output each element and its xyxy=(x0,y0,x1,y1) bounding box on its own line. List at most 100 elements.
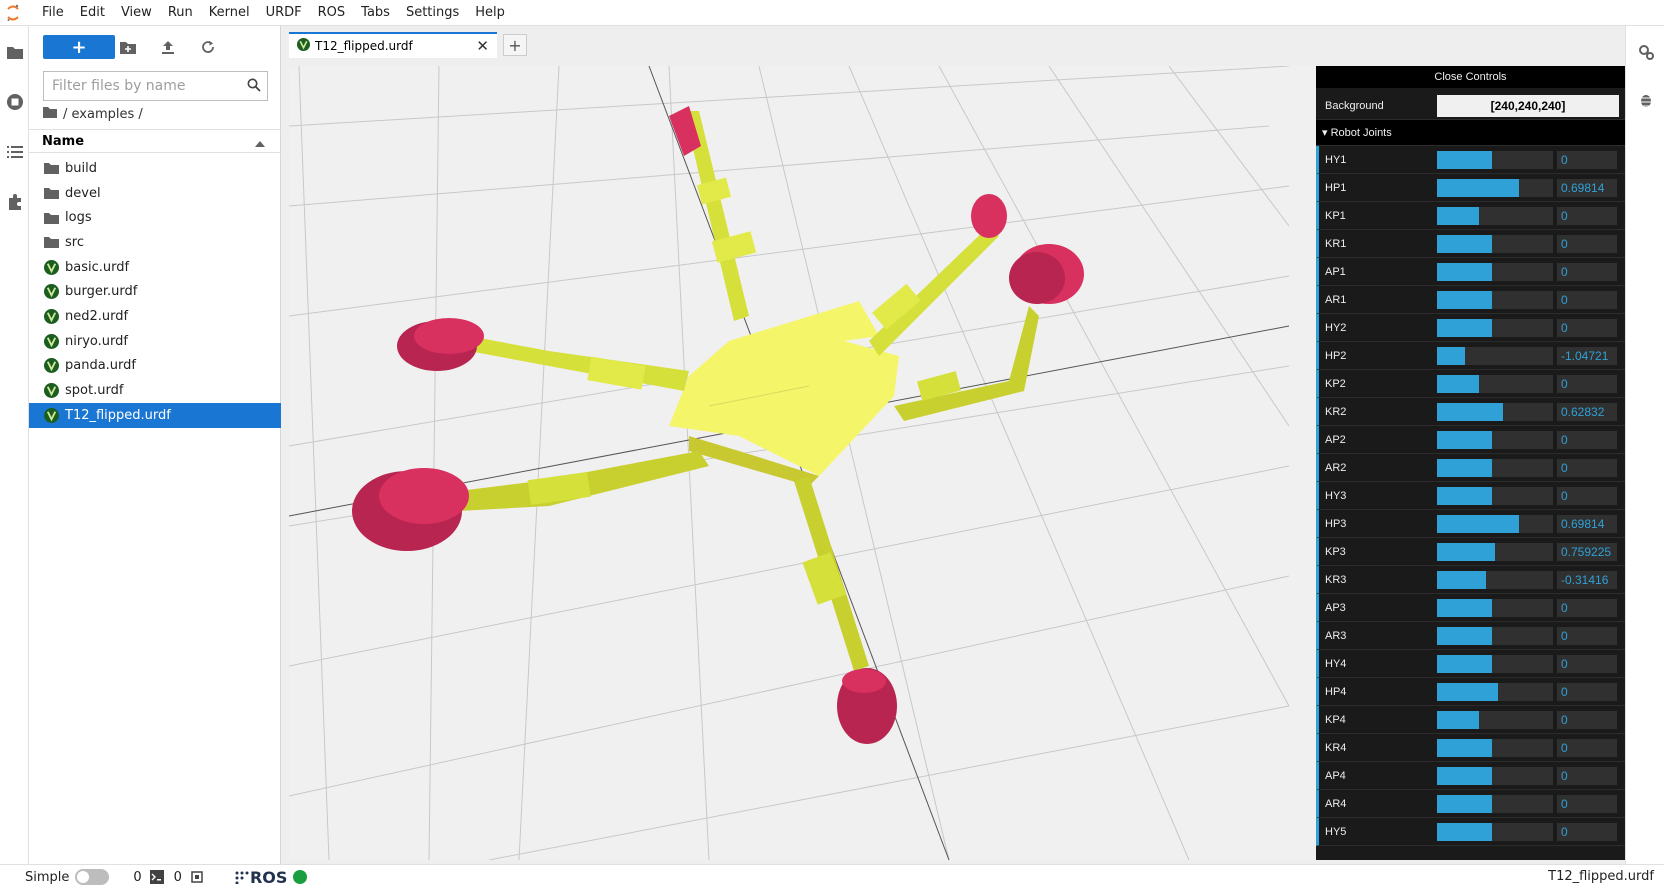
simple-mode-toggle[interactable] xyxy=(75,869,110,885)
joint-slider[interactable] xyxy=(1437,459,1553,477)
menu-edit[interactable]: Edit xyxy=(72,0,113,26)
running-icon[interactable] xyxy=(0,88,29,116)
menu-file[interactable]: File xyxy=(34,0,72,26)
joint-slider[interactable] xyxy=(1437,683,1553,701)
upload-icon[interactable] xyxy=(156,35,180,59)
joint-slider[interactable] xyxy=(1437,487,1553,505)
file-item[interactable]: devel xyxy=(29,181,281,206)
joint-value-input[interactable]: 0 xyxy=(1557,683,1617,701)
joint-slider[interactable] xyxy=(1437,571,1553,589)
file-item[interactable]: src xyxy=(29,230,281,255)
refresh-icon[interactable] xyxy=(196,35,220,59)
tab-t12-flipped[interactable]: T12_flipped.urdf ✕ xyxy=(289,32,497,58)
background-color-input[interactable]: [240,240,240] xyxy=(1437,95,1619,117)
file-item[interactable]: build xyxy=(29,156,281,181)
menu-ros[interactable]: ROS xyxy=(310,0,354,26)
close-controls-button[interactable]: Close Controls xyxy=(1316,66,1625,88)
new-launcher-button[interactable]: + xyxy=(43,35,115,59)
joint-slider[interactable] xyxy=(1437,291,1553,309)
joint-value-input[interactable]: 0.759225 xyxy=(1557,543,1617,561)
joint-slider[interactable] xyxy=(1437,823,1553,841)
file-item[interactable]: panda.urdf xyxy=(29,354,281,379)
menu-help[interactable]: Help xyxy=(467,0,513,26)
menu-urdf[interactable]: URDF xyxy=(258,0,310,26)
joint-value-input[interactable]: 0 xyxy=(1557,375,1617,393)
urdf-3d-viewport[interactable]: Close Controls Background [240,240,240] … xyxy=(289,66,1625,860)
joint-slider[interactable] xyxy=(1437,207,1553,225)
joint-value-input[interactable]: 0 xyxy=(1557,235,1617,253)
menu-settings[interactable]: Settings xyxy=(398,0,467,26)
file-item[interactable]: T12_flipped.urdf xyxy=(29,402,281,428)
joint-value-input[interactable]: -0.31416 xyxy=(1557,571,1617,589)
joint-slider[interactable] xyxy=(1437,403,1553,421)
file-filter-input[interactable] xyxy=(52,78,232,94)
joint-value-input[interactable]: -1.04721 xyxy=(1557,347,1617,365)
joint-slider[interactable] xyxy=(1437,599,1553,617)
joint-slider[interactable] xyxy=(1437,543,1553,561)
column-header-name[interactable]: Name xyxy=(29,129,281,153)
joint-slider[interactable] xyxy=(1437,235,1553,253)
joint-slider[interactable] xyxy=(1437,711,1553,729)
joint-value-input[interactable]: 0 xyxy=(1557,459,1617,477)
robot-joints-folder[interactable]: ▾ Robot Joints xyxy=(1316,120,1625,146)
file-item[interactable]: spot.urdf xyxy=(29,378,281,403)
joint-slider[interactable] xyxy=(1437,431,1553,449)
joint-slider[interactable] xyxy=(1437,375,1553,393)
joint-value-input[interactable]: 0 xyxy=(1557,599,1617,617)
joint-slider[interactable] xyxy=(1437,263,1553,281)
toc-icon[interactable] xyxy=(0,138,29,166)
robot-leg-bottom xyxy=(794,476,897,744)
joint-value-input[interactable]: 0 xyxy=(1557,151,1617,169)
debugger-icon[interactable] xyxy=(1634,88,1658,112)
joint-value-input[interactable]: 0 xyxy=(1557,263,1617,281)
joint-slider[interactable] xyxy=(1437,795,1553,813)
joint-value-input[interactable]: 0 xyxy=(1557,627,1617,645)
kernels-count[interactable]: 0 xyxy=(174,870,182,885)
joint-value-input[interactable]: 0 xyxy=(1557,655,1617,673)
joint-slider[interactable] xyxy=(1437,319,1553,337)
joint-value-input[interactable]: 0.62832 xyxy=(1557,403,1617,421)
menu-view[interactable]: View xyxy=(113,0,160,26)
joint-value-input[interactable]: 0 xyxy=(1557,795,1617,813)
joint-slider[interactable] xyxy=(1437,655,1553,673)
joint-value-input[interactable]: 0 xyxy=(1557,711,1617,729)
file-item[interactable]: burger.urdf xyxy=(29,279,281,304)
terminals-count[interactable]: 0 xyxy=(133,870,141,885)
joint-slider[interactable] xyxy=(1437,627,1553,645)
file-item[interactable]: basic.urdf xyxy=(29,255,281,280)
joint-value-input[interactable]: 0 xyxy=(1557,487,1617,505)
file-item[interactable]: niryo.urdf xyxy=(29,329,281,354)
menu-kernel[interactable]: Kernel xyxy=(201,0,258,26)
joint-value-input[interactable]: 0 xyxy=(1557,739,1617,757)
joint-slider[interactable] xyxy=(1437,767,1553,785)
joint-value-input[interactable]: 0.69814 xyxy=(1557,515,1617,533)
folder-icon[interactable] xyxy=(0,38,29,66)
folder-icon[interactable] xyxy=(43,106,57,122)
joint-value-input[interactable]: 0 xyxy=(1557,767,1617,785)
joint-slider[interactable] xyxy=(1437,151,1553,169)
new-folder-icon[interactable] xyxy=(116,35,140,59)
terminal-icon[interactable] xyxy=(149,870,164,884)
joint-slider[interactable] xyxy=(1437,347,1553,365)
extension-icon[interactable] xyxy=(0,188,29,216)
joint-value-input[interactable]: 0 xyxy=(1557,319,1617,337)
file-item[interactable]: ned2.urdf xyxy=(29,304,281,329)
file-filter-field[interactable] xyxy=(43,71,268,101)
joint-value-input[interactable]: 0 xyxy=(1557,207,1617,225)
joint-value-input[interactable]: 0 xyxy=(1557,291,1617,309)
property-inspector-icon[interactable] xyxy=(1634,40,1658,64)
close-icon[interactable]: ✕ xyxy=(476,37,489,55)
menu-run[interactable]: Run xyxy=(160,0,201,26)
breadcrumb-path[interactable]: / examples / xyxy=(63,107,143,122)
joint-value-input[interactable]: 0 xyxy=(1557,431,1617,449)
kernel-chip-icon[interactable] xyxy=(190,870,204,884)
joint-slider[interactable] xyxy=(1437,179,1553,197)
joint-value-input[interactable]: 0 xyxy=(1557,823,1617,841)
add-tab-button[interactable]: + xyxy=(503,34,527,56)
joint-control-kp2: KP2 0 xyxy=(1316,370,1625,398)
joint-slider[interactable] xyxy=(1437,739,1553,757)
file-item[interactable]: logs xyxy=(29,205,281,230)
menu-tabs[interactable]: Tabs xyxy=(353,0,398,26)
joint-value-input[interactable]: 0.69814 xyxy=(1557,179,1617,197)
joint-slider[interactable] xyxy=(1437,515,1553,533)
